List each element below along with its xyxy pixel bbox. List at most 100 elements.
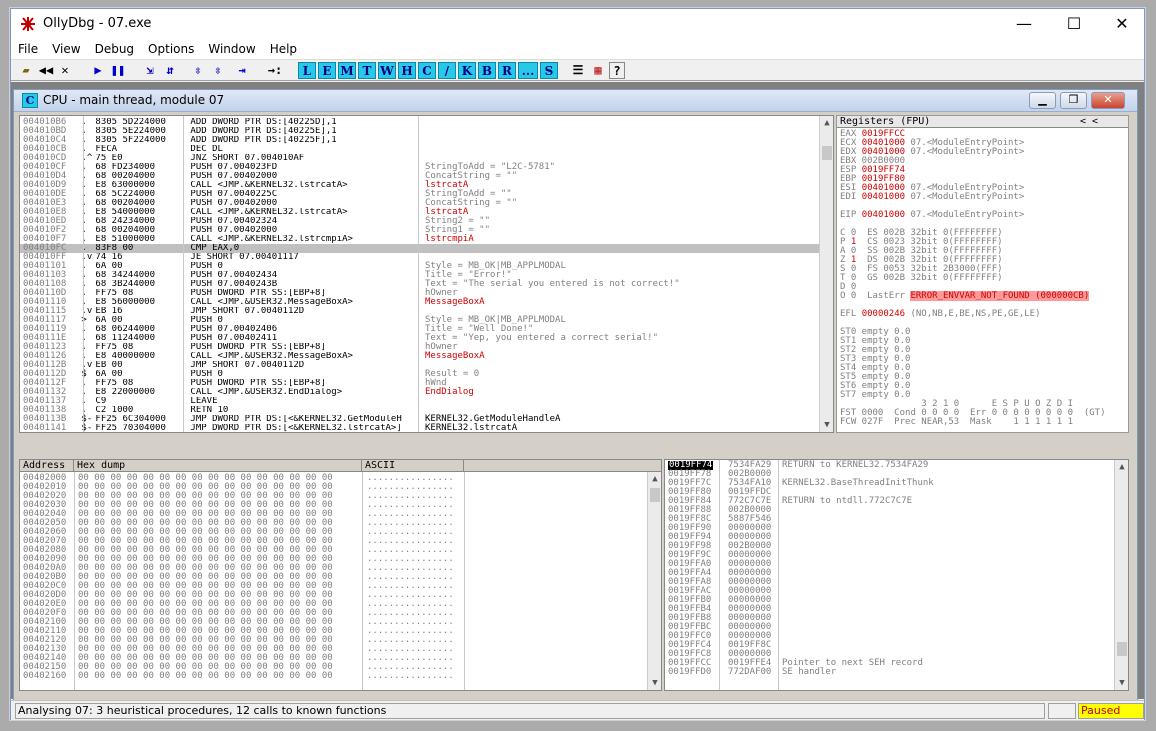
stack-scrollbar[interactable]: ▲ ▼	[1114, 460, 1128, 690]
disasm-row[interactable]: 00401110 . E8 56000000 CALL <JMP.&USER32…	[20, 298, 820, 307]
step-into-icon[interactable]: ⇲	[141, 62, 159, 79]
help-icon[interactable]: ?	[609, 62, 625, 79]
stack-row[interactable]: 0019FFD0 772DAF00 SE handler	[665, 668, 1113, 677]
threads-button[interactable]: T	[358, 62, 376, 79]
disasm-row[interactable]: 00401117 > 6A 00 PUSH 0 Style = MB_OK|MB_…	[20, 316, 820, 325]
scroll-up-icon[interactable]: ▲	[648, 472, 661, 486]
trace-into-icon[interactable]: ⇳	[189, 62, 207, 79]
register-row[interactable]: EIP 00401000 07.<ModuleEntryPoint>	[840, 211, 1128, 220]
disasm-row[interactable]: 004010ED . 68 24234000 PUSH 07.00402324 S…	[20, 217, 820, 226]
source-button[interactable]: S	[540, 62, 558, 79]
disasm-row[interactable]: 004010F7 . E8 51000000 CALL <JMP.&KERNEL…	[20, 235, 820, 244]
disasm-row[interactable]: 00401141 $- FF25 70304000 JMP DWORD PTR …	[20, 424, 820, 433]
disasm-row[interactable]: 004010FF .v 74 16 JE SHORT 07.00401117	[20, 253, 820, 262]
dump-hex-header[interactable]: Hex dump	[74, 460, 362, 472]
minimize-button[interactable]: —	[1001, 9, 1047, 39]
disasm-row[interactable]: 0040111E . 68 11244000 PUSH 07.00402411 T…	[20, 334, 820, 343]
call-stack-button[interactable]: K	[458, 62, 476, 79]
disasm-row[interactable]: 00401137 . C9 LEAVE	[20, 397, 820, 406]
register-row[interactable]: O 0 LastErr ERROR_ENVVAR_NOT_FOUND (0000…	[840, 291, 1128, 301]
disasm-row[interactable]: 0040113B $- FF25 6C304000 JMP DWORD PTR …	[20, 415, 820, 424]
disasm-row[interactable]: 004010D4 . 68 00204000 PUSH 07.00402000 C…	[20, 172, 820, 181]
scroll-down-icon[interactable]: ▼	[648, 676, 661, 690]
colors-icon[interactable]: ▦	[589, 62, 607, 79]
cpu-close-button[interactable]: ✕	[1091, 92, 1125, 109]
disasm-row[interactable]: 0040112F . FF75 08 PUSH DWORD PTR SS:[EB…	[20, 379, 820, 388]
disasm-row[interactable]: 00401138 . C2 1000 RETN 10	[20, 406, 820, 415]
disasm-row[interactable]: 004010CF . 68 FD234000 PUSH 07.004023FD S…	[20, 163, 820, 172]
list-icon[interactable]: ☰	[569, 62, 587, 79]
register-row[interactable]: EFL 00000246 (NO,NB,E,BE,NS,PE,GE,LE)	[840, 310, 1128, 319]
menu-window[interactable]: Window	[201, 39, 262, 59]
maximize-button[interactable]: ☐	[1051, 9, 1097, 39]
windows-button[interactable]: W	[378, 62, 396, 79]
go-to-icon[interactable]: →:	[265, 62, 285, 79]
disasm-row[interactable]: 004010CB . FECA DEC DL	[20, 145, 820, 154]
registers-header[interactable]: Registers (FPU)	[837, 116, 1077, 128]
registers-header-arrows[interactable]: < <	[1077, 116, 1127, 128]
run-icon[interactable]: ▶	[89, 62, 107, 79]
patches-button[interactable]: /	[438, 62, 456, 79]
disasm-row[interactable]: 004010E8 . E8 54000000 CALL <JMP.&KERNEL…	[20, 208, 820, 217]
trace-over-icon[interactable]: ⇳	[209, 62, 227, 79]
disasm-row[interactable]: 004010E3 . 68 00204000 PUSH 07.00402000 C…	[20, 199, 820, 208]
disasm-row[interactable]: 0040110D . FF75 08 PUSH DWORD PTR SS:[EB…	[20, 289, 820, 298]
pause-icon[interactable]: ❚❚	[109, 62, 127, 79]
disasm-row[interactable]: 00401126 . E8 40000000 CALL <JMP.&USER32…	[20, 352, 820, 361]
cpu-button[interactable]: C	[418, 62, 436, 79]
restart-icon[interactable]: ◀◀	[37, 62, 55, 79]
disassembly-scrollbar[interactable]: ▲ ▼	[819, 116, 833, 432]
stack-pane[interactable]: 0019FF74 7534FA29 RETURN to KERNEL32.7534F…	[664, 459, 1129, 691]
scroll-down-icon[interactable]: ▼	[820, 418, 833, 432]
scroll-thumb[interactable]	[1117, 642, 1127, 656]
log-window-button[interactable]: L	[298, 62, 316, 79]
disasm-row[interactable]: 00401101 . 6A 00 PUSH 0 Style = MB_OK|MB_…	[20, 262, 820, 271]
disasm-row[interactable]: 004010D9 . E8 63000000 CALL <JMP.&KERNEL…	[20, 181, 820, 190]
scroll-up-icon[interactable]: ▲	[1115, 460, 1128, 474]
register-row[interactable]: EDI 00401000 07.<ModuleEntryPoint>	[840, 193, 1128, 202]
execute-till-return-icon[interactable]: ⇥	[233, 62, 251, 79]
breakpoints-button[interactable]: B	[478, 62, 496, 79]
disassembly-pane[interactable]: 004010B6 . 8305 5D224000 ADD DWORD PTR D…	[19, 115, 834, 433]
disasm-row[interactable]: 00401115 .v EB 16 JMP SHORT 07.0040112D	[20, 307, 820, 316]
disasm-row[interactable]: 00401119 . 68 06244000 PUSH 07.00402406 T…	[20, 325, 820, 334]
modules-button[interactable]: E	[318, 62, 336, 79]
references-button[interactable]: R	[498, 62, 516, 79]
menu-help[interactable]: Help	[263, 39, 304, 59]
dump-ascii-header[interactable]: ASCII	[362, 460, 464, 472]
handles-button[interactable]: H	[398, 62, 416, 79]
open-file-icon[interactable]: ▰	[17, 62, 35, 79]
close-process-icon[interactable]: ✕	[57, 62, 73, 79]
registers-pane[interactable]: Registers (FPU) < < EAX 0019FFCC ECX 0040…	[836, 115, 1129, 433]
dump-row[interactable]: 00402160 00 00 00 00 00 00 00 00 00 00 00…	[20, 672, 650, 681]
run-trace-button[interactable]: ...	[518, 62, 538, 79]
scroll-thumb[interactable]	[822, 146, 832, 160]
memory-dump-pane[interactable]: Address Hex dump ASCII 00402000 00 00 00 …	[19, 459, 662, 691]
disasm-row[interactable]: 004010FC . 83F8 00 CMP EAX,0	[20, 244, 820, 253]
disasm-row[interactable]: 004010BD . 8305 5E224000 ADD DWORD PTR D…	[20, 127, 820, 136]
scroll-up-icon[interactable]: ▲	[820, 116, 833, 130]
close-button[interactable]: ✕	[1099, 9, 1145, 39]
disasm-row[interactable]: 0040112D $ 6A 00 PUSH 0 Result = 0	[20, 370, 820, 379]
disasm-row[interactable]: 004010CD .^ 75 E0 JNZ SHORT 07.004010AF	[20, 154, 820, 163]
step-over-icon[interactable]: ⇵	[161, 62, 179, 79]
scroll-thumb[interactable]	[650, 488, 660, 502]
menu-view[interactable]: View	[45, 39, 87, 59]
menu-debug[interactable]: Debug	[88, 39, 141, 59]
menu-options[interactable]: Options	[141, 39, 201, 59]
disasm-row[interactable]: 00401103 . 68 34244000 PUSH 07.00402434 T…	[20, 271, 820, 280]
cpu-minimize-button[interactable]: ▁	[1029, 92, 1056, 109]
scroll-down-icon[interactable]: ▼	[1115, 676, 1128, 690]
disasm-row[interactable]: 004010DE . 68 5C224000 PUSH 07.0040225C S…	[20, 190, 820, 199]
disasm-row[interactable]: 0040112B .v EB 00 JMP SHORT 07.0040112D	[20, 361, 820, 370]
register-row[interactable]: T 0 GS 002B 32bit 0(FFFFFFFF)	[840, 274, 1128, 283]
disasm-row[interactable]: 00401108 . 68 3B244000 PUSH 07.0040243B T…	[20, 280, 820, 289]
menu-file[interactable]: File	[11, 39, 45, 59]
dump-address-header[interactable]: Address	[20, 460, 74, 472]
register-row[interactable]: FCW 027F Prec NEAR,53 Mask 1 1 1 1 1 1	[840, 418, 1128, 427]
dump-scrollbar[interactable]: ▲ ▼	[647, 472, 661, 690]
disasm-row[interactable]: 004010C4 . 8305 5F224000 ADD DWORD PTR D…	[20, 136, 820, 145]
disasm-row[interactable]: 00401132 . E8 22000000 CALL <JMP.&USER32…	[20, 388, 820, 397]
disasm-row[interactable]: 004010F2 . 68 00204000 PUSH 07.00402000 S…	[20, 226, 820, 235]
disasm-row[interactable]: 004010B6 . 8305 5D224000 ADD DWORD PTR D…	[20, 118, 820, 127]
